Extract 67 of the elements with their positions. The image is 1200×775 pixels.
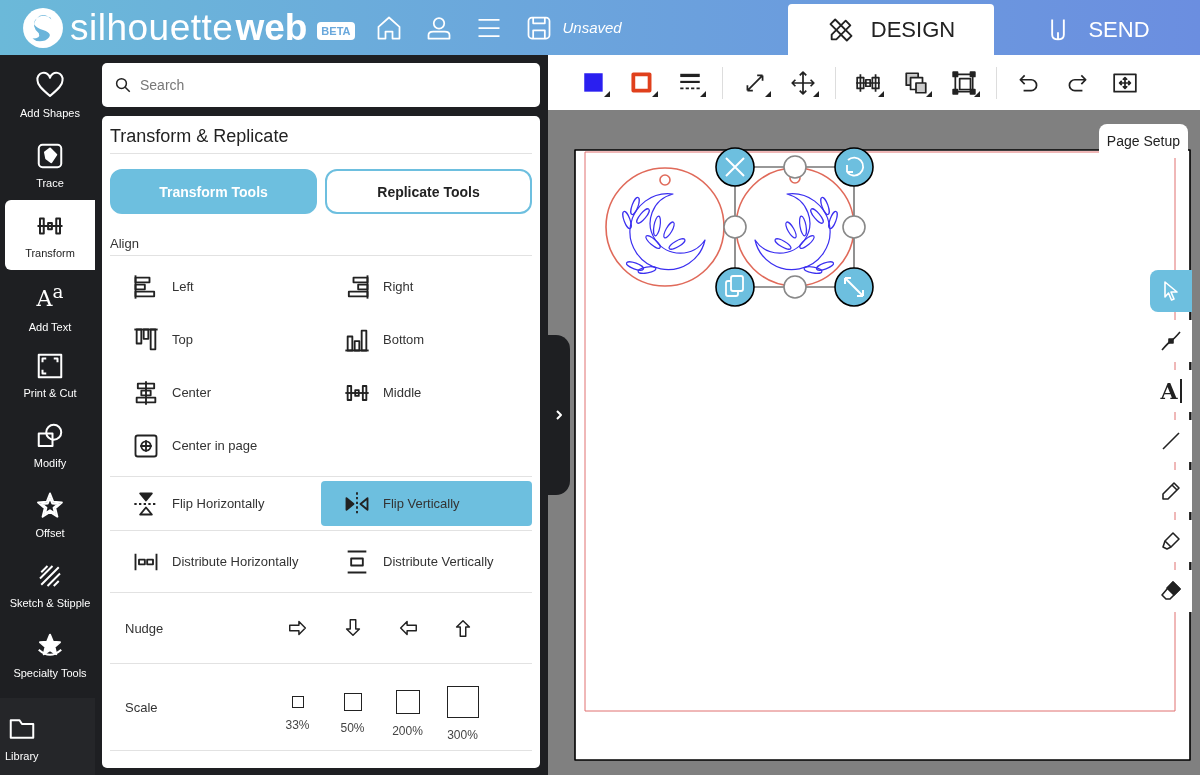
logo-icon: [22, 6, 64, 49]
distribute-option[interactable]: Distribute Vertically: [321, 535, 532, 588]
flip-option[interactable]: Flip Horizontally: [110, 481, 321, 526]
beta-badge: BETA: [317, 21, 355, 40]
sidebar-item[interactable]: Offset: [5, 480, 95, 550]
dropdown-corner-icon: [765, 90, 771, 97]
distribute-option[interactable]: Distribute Horizontally: [110, 535, 321, 588]
document-status: Unsaved: [562, 19, 622, 36]
scale-button[interactable]: 33%: [270, 682, 325, 732]
logo-text-bold: web: [235, 6, 308, 49]
sidebar-item[interactable]: Add Shapes: [5, 60, 95, 130]
nudge-label: Nudge: [124, 620, 165, 636]
flip-option[interactable]: Flip Vertically: [321, 481, 532, 526]
sidebar-item[interactable]: Print & Cut: [5, 340, 95, 410]
panel-tab[interactable]: Replicate Tools: [325, 169, 532, 214]
move-icon: [790, 69, 816, 96]
trace-icon: [35, 141, 65, 171]
resize-handle[interactable]: [723, 215, 747, 239]
rotate-button[interactable]: [834, 147, 874, 187]
node-edit-icon: [1159, 329, 1183, 353]
eraser-icon: [1159, 579, 1183, 603]
print-cut-icon: [35, 351, 65, 381]
dropdown-corner-icon: [813, 90, 819, 97]
align-option[interactable]: Middle: [321, 366, 532, 419]
dropdown-corner-icon: [878, 90, 884, 97]
duplicate-button[interactable]: [715, 267, 755, 307]
resize-handle[interactable]: [783, 275, 807, 299]
dropdown-corner-icon: [974, 90, 980, 97]
align-option[interactable]: Top: [110, 313, 321, 366]
delete-button[interactable]: [715, 147, 755, 187]
logo-text: silhouette: [70, 6, 234, 49]
panel-title: Transform & Replicate: [110, 122, 532, 154]
sidebar-item[interactable]: Transform: [5, 200, 95, 270]
scale-button[interactable]: 50%: [325, 679, 380, 735]
dropdown-corner-icon: [652, 90, 658, 97]
resize-handle[interactable]: [783, 155, 807, 179]
dropdown-corner-icon: [700, 90, 706, 97]
group-icon: [951, 69, 977, 96]
star-outline-icon: [35, 491, 65, 521]
search-icon: [114, 76, 132, 94]
sidebar-item[interactable]: A$^{a}$ Add Text: [5, 270, 95, 340]
align-option[interactable]: Left: [110, 260, 321, 313]
page-setup-tab[interactable]: Page Setup: [1098, 124, 1188, 158]
pencil-icon: [1159, 479, 1183, 503]
sidebar-item[interactable]: Sketch & Stipple: [5, 550, 95, 620]
scale-button[interactable]: 300%: [435, 672, 490, 742]
section-label: Align: [110, 236, 532, 256]
sidebar-item[interactable]: Trace: [5, 130, 95, 200]
scale-button[interactable]: 200%: [380, 676, 435, 738]
chevron-right-icon: [555, 409, 563, 421]
text-icon: A$^{a}$: [36, 277, 64, 315]
sidebar-item[interactable]: Specialty Tools: [5, 620, 95, 690]
align-option[interactable]: Center: [110, 366, 321, 419]
scale-handle-button[interactable]: [834, 267, 874, 307]
arrange-icon: [903, 69, 929, 96]
dropdown-corner-icon: [604, 90, 610, 97]
panel-collapse-handle[interactable]: [548, 335, 570, 495]
align-option[interactable]: Right: [321, 260, 532, 313]
dropdown-corner-icon: [926, 90, 932, 97]
sidebar-item[interactable]: Modify: [5, 410, 95, 480]
align-option[interactable]: Center in page: [110, 419, 321, 472]
marker-icon: [1159, 529, 1183, 553]
search-field[interactable]: Search: [102, 63, 540, 107]
resize-handle[interactable]: [842, 215, 866, 239]
align-option[interactable]: Bottom: [321, 313, 532, 366]
design-tab[interactable]: DESIGN: [788, 4, 994, 55]
scale-label: Scale: [124, 699, 159, 715]
